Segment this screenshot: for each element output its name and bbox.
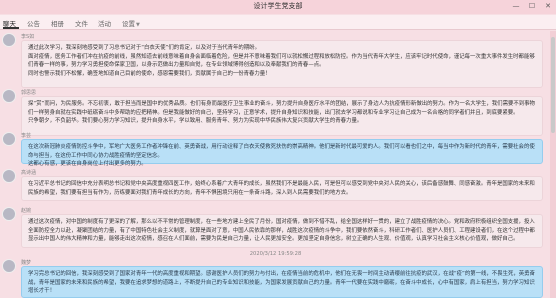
- sender-name: 李S如: [21, 34, 35, 40]
- tab-album[interactable]: 相册: [51, 18, 64, 28]
- message-bubble-self: 在这次新冠肺炎疫情防控斗争中，军地广大医务工作者冲锋在前、英勇奋战，用行动诠释了…: [21, 139, 543, 167]
- message-bubble: 在习近平总书记的回信中充分表明总书记和党中央高度重视四医工作，始终心系着广大青年…: [21, 176, 543, 201]
- message-bubble: 通过这次疫情，对中国的制度有了更深的了解，那么以不平常的管理制度，在一些地方建上…: [21, 214, 543, 248]
- group-tabs: 聊天 公告 相册 文件 活动 设置▼: [0, 15, 556, 30]
- tab-activity[interactable]: 活动: [98, 18, 111, 28]
- message-bubble: 通过此次学习，我深刻地感受到了习总书记对于“白衣天使”们的肯定，以及对于当代青年…: [21, 40, 543, 88]
- sender-name: 高诗涵: [21, 170, 37, 176]
- message-timestamp: 2020/3/12 19:59:28: [249, 251, 302, 257]
- title-bar: 设计学生党支部 — ☐ ✕: [0, 0, 556, 14]
- sender-name: 魏梦: [21, 260, 32, 266]
- scrollbar-thumb[interactable]: [551, 37, 555, 133]
- chevron-down-icon: ▼: [136, 22, 140, 28]
- chat-area: 李S如 通过此次学习，我深刻地感受到了习总书记对于“白衣天使”们的肯定，以及对于…: [0, 31, 551, 298]
- tab-notice[interactable]: 公告: [27, 18, 40, 28]
- maximize-icon[interactable]: ☐: [528, 2, 536, 11]
- avatar[interactable]: [2, 89, 16, 103]
- minimize-icon[interactable]: —: [512, 2, 520, 11]
- message-bubble-self: 学习完总书记的回信，我深刻感受到了国家对青年一代的高度重视和期望。感谢医护人员们…: [21, 266, 543, 298]
- sender-name: 郭思思: [21, 90, 37, 96]
- message-bubble: 探“赏”而问，为民服务。不忘初衷，敢于担当而是国中的优秀品质。也们有身而最医疗卫…: [21, 96, 543, 136]
- avatar[interactable]: [2, 259, 16, 273]
- sender-name: 赵婉: [21, 208, 32, 214]
- avatar[interactable]: [2, 169, 16, 183]
- active-tab-indicator: [3, 27, 19, 29]
- tab-files[interactable]: 文件: [75, 18, 88, 28]
- avatar[interactable]: [2, 33, 16, 47]
- window-title: 设计学生党支部: [253, 2, 303, 10]
- window-controls: — ☐ ✕: [512, 2, 552, 11]
- tab-settings[interactable]: 设置▼: [122, 18, 140, 28]
- tab-settings-label: 设置: [122, 20, 135, 28]
- close-icon[interactable]: ✕: [544, 2, 552, 11]
- sender-name: 李芸: [21, 133, 32, 139]
- avatar[interactable]: [2, 132, 16, 146]
- avatar[interactable]: [2, 207, 16, 221]
